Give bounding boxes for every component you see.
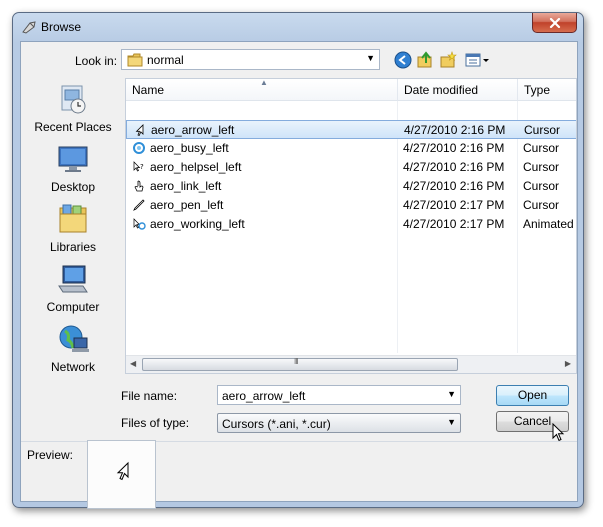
file-date-cell: 4/27/2010 2:16 PM bbox=[403, 179, 505, 193]
place-desktop[interactable]: Desktop bbox=[26, 142, 120, 200]
new-folder-icon[interactable] bbox=[439, 51, 457, 69]
recent-places-icon bbox=[61, 85, 86, 114]
file-row[interactable]: aero_arrow_left 4/27/2010 2:16 PM Cursor bbox=[126, 120, 576, 139]
file-date-cell: 4/27/2010 2:17 PM bbox=[403, 198, 505, 212]
cursor-app-icon bbox=[22, 21, 36, 34]
cursor-preview-icon bbox=[116, 461, 129, 481]
column-header-label: Type bbox=[524, 83, 551, 97]
file-name-value: aero_arrow_left bbox=[222, 389, 306, 403]
pen-cursor-icon bbox=[133, 199, 145, 211]
busy-cursor-icon bbox=[133, 142, 145, 154]
up-folder-icon[interactable] bbox=[416, 51, 434, 69]
window-title: Browse bbox=[41, 20, 82, 34]
column-header-date[interactable]: Date modified bbox=[398, 79, 518, 101]
file-row[interactable]: aero_working_left 4/27/2010 2:17 PM Animat… bbox=[126, 215, 576, 234]
libraries-icon bbox=[59, 204, 87, 233]
folder-icon bbox=[127, 53, 143, 67]
chevron-down-icon: ▼ bbox=[366, 53, 375, 63]
file-row[interactable]: aero_link_left 4/27/2010 2:16 PM Cursor bbox=[126, 177, 576, 196]
column-header-label: Name bbox=[132, 83, 165, 97]
file-type-dropdown[interactable]: Cursors (*.ani, *.cur) ▼ bbox=[217, 413, 461, 433]
file-date-cell: 4/27/2010 2:17 PM bbox=[403, 217, 505, 231]
back-icon[interactable] bbox=[394, 51, 412, 69]
preview-pane bbox=[87, 440, 156, 509]
look-in-dropdown[interactable]: normal ▼ bbox=[121, 49, 380, 70]
file-date-cell: 4/27/2010 2:16 PM bbox=[404, 123, 506, 137]
column-header-name[interactable]: Name ▲ bbox=[126, 79, 398, 101]
preview-label: Preview: bbox=[27, 448, 74, 462]
scrollbar-grip: III bbox=[294, 357, 299, 366]
place-label: Desktop bbox=[50, 180, 96, 194]
column-header-type[interactable]: Type bbox=[518, 79, 576, 101]
file-row[interactable]: ? aero_helpsel_left 4/27/2010 2:16 PM Curso… bbox=[126, 158, 576, 177]
place-label: Libraries bbox=[49, 240, 97, 254]
place-label: Computer bbox=[46, 300, 100, 314]
file-date-cell: 4/27/2010 2:16 PM bbox=[403, 160, 505, 174]
file-type-label: Files of type: bbox=[121, 416, 190, 430]
scroll-right-icon[interactable]: ▶ bbox=[565, 359, 571, 368]
file-name-cell: aero_pen_left bbox=[150, 198, 224, 212]
place-libraries[interactable]: Libraries bbox=[26, 202, 120, 260]
file-name-cell: aero_link_left bbox=[150, 179, 222, 193]
look-in-label: Look in: bbox=[75, 54, 118, 68]
help-cursor-icon: ? bbox=[133, 161, 144, 172]
mouse-pointer-icon bbox=[552, 423, 565, 442]
desktop-icon bbox=[58, 146, 88, 172]
file-type-cell: Cursor bbox=[523, 160, 560, 174]
horizontal-scrollbar[interactable]: ◀ III ▶ bbox=[126, 355, 576, 373]
scrollbar-thumb[interactable]: III bbox=[142, 357, 458, 371]
place-label: Network bbox=[50, 360, 95, 374]
dialog-body: Look in: normal ▼ Recent Places Desktop … bbox=[20, 41, 578, 509]
file-type-cell: Cursor bbox=[523, 198, 560, 212]
column-header-label: Date modified bbox=[404, 83, 479, 97]
view-menu-icon[interactable] bbox=[464, 51, 492, 69]
working-cursor-icon bbox=[133, 218, 146, 230]
file-row[interactable]: aero_pen_left 4/27/2010 2:17 PM Cursor bbox=[126, 196, 576, 215]
svg-text:?: ? bbox=[140, 163, 144, 171]
file-name-label: File name: bbox=[121, 389, 178, 403]
places-bar: Recent Places Desktop Libraries Computer… bbox=[26, 82, 120, 374]
chevron-down-icon[interactable]: ▼ bbox=[447, 389, 456, 399]
file-type-value: Cursors (*.ani, *.cur) bbox=[222, 417, 331, 431]
file-name-cell: aero_arrow_left bbox=[151, 123, 235, 137]
file-list[interactable]: Name ▲ Date modified Type aero_arrow_lef… bbox=[125, 78, 577, 374]
chevron-down-icon: ▼ bbox=[447, 417, 456, 427]
look-in-value: normal bbox=[147, 53, 184, 67]
file-name-cell: aero_working_left bbox=[150, 217, 245, 231]
place-recent-places[interactable]: Recent Places bbox=[26, 82, 120, 140]
browse-dialog: Browse Look in: normal ▼ Recent Places D… bbox=[12, 12, 584, 509]
open-button[interactable]: Open bbox=[496, 385, 569, 406]
sort-up-icon: ▲ bbox=[260, 78, 268, 87]
file-name-input[interactable]: aero_arrow_left ▼ bbox=[217, 385, 461, 405]
arrow-cursor-icon bbox=[135, 124, 144, 137]
network-icon bbox=[59, 325, 89, 352]
place-network[interactable]: Network bbox=[26, 322, 120, 380]
file-date-cell: 4/27/2010 2:16 PM bbox=[403, 141, 505, 155]
link-cursor-icon bbox=[134, 180, 144, 192]
place-computer[interactable]: Computer bbox=[26, 262, 120, 320]
place-label: Recent Places bbox=[34, 120, 112, 134]
file-name-cell: aero_helpsel_left bbox=[150, 160, 242, 174]
computer-icon bbox=[58, 265, 88, 293]
file-type-cell: Animated bbox=[523, 217, 574, 231]
file-type-cell: Cursor bbox=[523, 141, 560, 155]
file-type-cell: Cursor bbox=[524, 123, 561, 137]
scroll-left-icon[interactable]: ◀ bbox=[130, 359, 136, 368]
file-name-cell: aero_busy_left bbox=[150, 141, 229, 155]
file-row[interactable]: aero_busy_left 4/27/2010 2:16 PM Cursor bbox=[126, 139, 576, 158]
title-bar[interactable]: Browse bbox=[13, 13, 583, 41]
close-button[interactable] bbox=[532, 13, 577, 33]
file-type-cell: Cursor bbox=[523, 179, 560, 193]
close-icon bbox=[549, 17, 560, 28]
